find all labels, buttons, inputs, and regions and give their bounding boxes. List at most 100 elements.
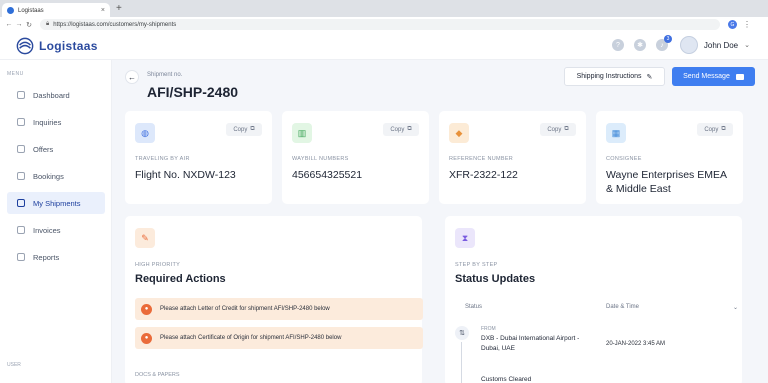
back-button[interactable]: ← [125,70,139,84]
status-table-header: Status Date & Time ⌄ [455,304,743,316]
url-text: https://logistaas.com/customers/my-shipm… [53,21,177,28]
mail-icon [735,73,744,80]
docs-section-label: DOCS & PAPERS [135,372,180,378]
card-consignee: ▦ Copy ⧉ CONSIGNEE Wayne Enterprises EMEA… [596,111,743,204]
status-location: DXB - Dubai International Airport - Duba… [481,335,580,352]
copy-icon: ⧉ [721,126,726,132]
route-icon: ⇅ [455,326,469,340]
shipment-number-label: Shipment no. [147,72,183,78]
address-bar[interactable]: 🔒︎ https://logistaas.com/customers/my-sh… [40,19,720,30]
panel-label: STEP BY STEP [455,262,498,268]
copy-label: Copy [390,126,405,133]
dashboard-icon [17,91,25,99]
back-arrow-icon[interactable]: ← [4,21,14,28]
logo-mark-icon [16,37,34,55]
card-flight: ◍ Copy ⧉ TRAVELING BY AIR Flight No. NXDW… [125,111,272,204]
sidebar-item-label: Inquiries [33,117,62,127]
panel-title: Required Actions [135,273,226,285]
status-date: 20-JAN-2022 3:45 AM [606,341,666,347]
copy-button[interactable]: Copy ⧉ [383,123,419,136]
globe-icon: ◍ [135,123,155,143]
menu-section-label: MENU [7,71,24,77]
browser-menu-icon[interactable]: ⋮ [743,20,751,29]
logo[interactable]: Logistaas [16,37,98,55]
sidebar-item-inquiries[interactable]: Inquiries [7,111,105,133]
tag-icon: ◆ [449,123,469,143]
card-label: REFERENCE NUMBER [449,156,514,162]
info-cards: ◍ Copy ⧉ TRAVELING BY AIR Flight No. NXDW… [125,111,743,204]
column-status: Status [465,304,483,310]
copy-button[interactable]: Copy ⧉ [540,123,576,136]
shipping-instructions-button[interactable]: Shipping Instructions ✎ [564,67,665,86]
building-icon: ▦ [606,123,626,143]
copy-icon: ⧉ [407,126,412,132]
alert-icon: ● [141,332,152,344]
app-header: Logistaas ? ✱ ♪ 3 John Doe ⌄ [0,32,768,60]
help-icon[interactable]: ? [612,39,624,51]
chevron-down-icon[interactable]: ⌄ [733,304,738,311]
copy-button[interactable]: Copy ⧉ [697,123,733,136]
panel-title: Status Updates [455,273,536,285]
page-title: AFI/SHP-2480 [147,84,239,100]
column-date: Date & Time [606,304,640,310]
logo-text: Logistaas [39,39,98,53]
avatar [679,36,698,54]
close-tab-icon[interactable]: × [101,7,105,14]
sidebar-item-invoices[interactable]: Invoices [7,219,105,241]
sidebar-item-offers[interactable]: Offers [7,138,105,160]
tab-title: Logistaas [18,7,44,14]
card-value: Flight No. NXDW-123 [135,169,236,181]
reload-icon[interactable]: ↻ [24,21,34,29]
sidebar-nav: Dashboard Inquiries Offers Bookings My S… [7,84,105,273]
hourglass-icon: ⧗ [455,228,475,248]
card-label: CONSIGNEE [606,156,642,162]
card-value: Wayne Enterprises EMEA & Middle East [606,169,727,195]
send-message-button[interactable]: Send Message [672,67,755,86]
bookings-icon [17,172,25,180]
settings-icon[interactable]: ✱ [634,39,646,51]
action-item[interactable]: ● Please attach Letter of Credit for shi… [135,298,423,320]
notification-bell-icon[interactable]: ♪ 3 [656,35,672,51]
sidebar-item-label: Dashboard [33,90,70,100]
chevron-down-icon: ⌄ [744,42,750,49]
copy-button[interactable]: Copy ⧉ [226,123,262,136]
user-menu[interactable]: John Doe ⌄ [679,36,750,54]
sidebar-item-label: Invoices [33,225,61,235]
lock-icon: 🔒︎ [46,21,50,27]
inquiries-icon [17,118,25,126]
card-value: 456654325521 [292,169,363,181]
card-label: WAYBILL NUMBERS [292,156,349,162]
status-next: Customs Cleared [481,376,532,383]
sidebar-item-bookings[interactable]: Bookings [7,165,105,187]
shipments-icon [17,199,25,207]
notification-badge: 3 [664,35,672,43]
action-text: Please attach Letter of Credit for shipm… [160,306,330,312]
shipping-instructions-label: Shipping Instructions [576,73,642,80]
browser-tab[interactable]: Logistaas × [2,3,110,18]
browser-toolbar: ← → ↻ 🔒︎ https://logistaas.com/customers… [0,17,768,32]
sidebar-item-label: My Shipments [33,198,81,208]
favicon-icon [7,7,14,14]
copy-label: Copy [547,126,562,133]
card-label: TRAVELING BY AIR [135,156,190,162]
panel-label: HIGH PRIORITY [135,262,181,268]
extension-icon[interactable]: G [728,20,737,29]
edit-icon: ✎ [135,228,155,248]
action-text: Please attach Certificate of Origin for … [160,335,342,341]
sidebar-item-reports[interactable]: Reports [7,246,105,268]
reports-icon [17,253,25,261]
sidebar-item-dashboard[interactable]: Dashboard [7,84,105,106]
sidebar-item-label: Bookings [33,171,64,181]
copy-icon: ⧉ [250,126,255,132]
sidebar-item-label: Reports [33,252,60,262]
alert-icon: ● [141,303,152,315]
forward-arrow-icon[interactable]: → [14,21,24,28]
sidebar: MENU Dashboard Inquiries Offers Bookings… [0,60,112,383]
action-item[interactable]: ● Please attach Certificate of Origin fo… [135,327,423,349]
send-message-label: Send Message [683,73,730,80]
new-tab-button[interactable]: + [116,3,122,14]
sidebar-item-my-shipments[interactable]: My Shipments [7,192,105,214]
card-waybill: ▥ Copy ⧉ WAYBILL NUMBERS 456654325521 [282,111,429,204]
required-actions-panel: ✎ HIGH PRIORITY Required Actions ● Pleas… [125,216,423,383]
copy-label: Copy [233,126,248,133]
